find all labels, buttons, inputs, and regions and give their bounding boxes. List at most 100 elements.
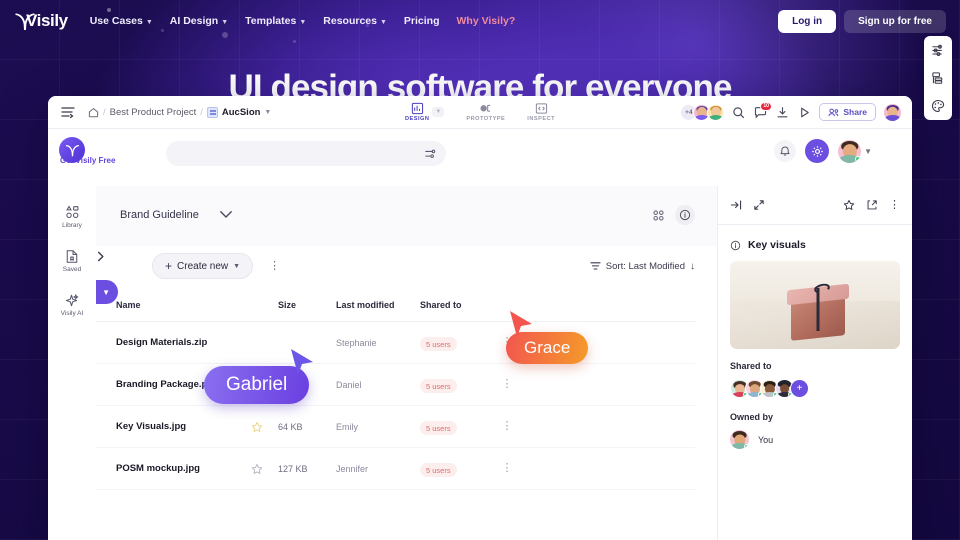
column-header-modified: Last modified [336, 299, 395, 310]
login-button[interactable]: Log in [778, 9, 837, 33]
rail-item-visily-ai[interactable]: Visily AI [60, 293, 84, 317]
share-icon[interactable] [866, 199, 878, 211]
chevron-down-icon: ▼ [864, 146, 872, 156]
chevron-down-icon: ▼ [379, 18, 387, 26]
canvas-tools-toolbar [924, 36, 952, 120]
star-icon[interactable] [843, 199, 855, 211]
online-status-dot [773, 392, 778, 397]
search-icon[interactable] [731, 105, 746, 120]
rail-item-label: Visily AI [60, 310, 84, 317]
palette-icon[interactable] [931, 99, 945, 113]
detail-pane-header: ⋮ [718, 186, 912, 225]
menu-icon[interactable] [58, 102, 78, 122]
home-icon[interactable] [88, 107, 99, 118]
nav-label: Use Cases [89, 15, 143, 27]
table-row[interactable]: Design Materials.zip Stephanie 5 users ⋮ [56, 322, 695, 364]
user-menu[interactable]: ▼ [838, 139, 872, 163]
chevron-down-icon[interactable]: ▼ [264, 109, 271, 116]
collapse-icon[interactable] [730, 199, 743, 211]
avatar [730, 430, 749, 449]
sliders-icon[interactable] [931, 43, 945, 57]
tab-inspect-label: INSPECT [527, 116, 556, 122]
app-window: / Best Product Project / AucSion ▼ DESIG… [48, 96, 912, 540]
prototype-icon [479, 102, 493, 115]
tab-inspect[interactable]: INSPECT [527, 102, 555, 122]
folder-header-actions [652, 205, 717, 225]
layers-icon[interactable] [931, 71, 945, 85]
tab-design[interactable]: DESIGN [405, 102, 429, 122]
get-visily-free-label[interactable]: Get Visily Free [60, 156, 115, 165]
nav-item-use-cases[interactable]: Use Cases ▼ [90, 15, 153, 27]
owned-by-section: Owned by You [718, 398, 912, 449]
grid-view-icon[interactable] [652, 209, 665, 222]
saved-icon [65, 249, 79, 264]
shared-avatar-group[interactable]: + [730, 379, 900, 398]
share-button[interactable]: Share [819, 103, 876, 121]
breadcrumb-separator: / [200, 106, 203, 118]
online-status-dot [744, 444, 749, 449]
file-size: 64 KB [278, 421, 303, 432]
nav-item-ai-design[interactable]: AI Design ▼ [170, 15, 228, 27]
nav-item-pricing[interactable]: Pricing [404, 15, 440, 27]
sliders-icon[interactable] [424, 148, 436, 160]
shared-cell: 5 users [420, 460, 492, 478]
table-row[interactable]: Branding Package.pdf 3.7 MB Daniel 5 use… [56, 364, 695, 406]
expand-icon[interactable] [753, 199, 765, 211]
file-preview-image[interactable] [730, 261, 900, 349]
table-row[interactable]: POSM mockup.jpg 127 KB Jennifer 5 users … [56, 448, 695, 490]
file-modified-by: Jennifer [336, 463, 369, 474]
visily-logo[interactable]: Visily [14, 11, 68, 31]
collaborator-avatars[interactable]: +4 [681, 103, 725, 121]
table-header-row: Name Size Last modified Shared to [56, 288, 695, 322]
folder-header: Brand Guideline [48, 186, 717, 244]
rail-item-saved[interactable]: Saved [63, 249, 81, 273]
more-options-icon[interactable]: ⋮ [269, 260, 280, 272]
app-content: Brand Guideline + Create new ▼ ⋮ Sort: L… [48, 186, 912, 540]
chevron-down-icon: ▼ [299, 18, 307, 26]
create-new-button[interactable]: + Create new ▼ [152, 253, 254, 279]
avatar [838, 139, 862, 163]
tab-prototype-label: PROTOTYPE [466, 116, 506, 122]
plus-icon: + [165, 259, 173, 273]
nav-item-resources[interactable]: Resources ▼ [323, 15, 387, 27]
signup-button[interactable]: Sign up for free [844, 9, 946, 33]
people-icon [828, 108, 839, 117]
info-icon [730, 240, 741, 251]
rail-item-label: Library [62, 222, 82, 229]
preview-ribbon [816, 288, 820, 331]
sort-label: Sort: Last Modified [605, 260, 685, 272]
left-rail: Library Saved Visily AI [48, 129, 96, 540]
rail-collapse-toggle[interactable] [92, 248, 109, 265]
share-label: Share [843, 107, 867, 117]
breadcrumb-project[interactable]: Best Product Project [110, 107, 197, 118]
shared-to-label: Shared to [730, 361, 772, 371]
info-button[interactable] [675, 205, 695, 225]
nav-item-templates[interactable]: Templates ▼ [245, 15, 306, 27]
nav-item-why-visily[interactable]: Why Visily? [457, 15, 516, 27]
tab-prototype[interactable]: PROTOTYPE [466, 102, 505, 122]
table-row[interactable]: Key Visuals.jpg 64 KB Emily 5 users ⋮ [56, 406, 695, 448]
chevron-down-icon[interactable]: ▼ [432, 107, 445, 117]
star-icon[interactable] [251, 463, 263, 475]
rail-item-library[interactable]: Library [62, 205, 82, 229]
star-icon[interactable] [251, 421, 263, 433]
profile-avatar[interactable] [883, 102, 902, 122]
add-person-button[interactable]: + [790, 379, 809, 398]
notifications-button[interactable] [774, 140, 797, 162]
settings-button[interactable] [805, 139, 830, 163]
library-icon [65, 205, 80, 220]
breadcrumb-file[interactable]: AucSion [222, 107, 261, 118]
comment-icon[interactable]: 10 [753, 101, 773, 120]
create-new-label: Create new [177, 260, 229, 272]
comment-badge: 10 [759, 101, 773, 111]
chevron-down-icon[interactable] [219, 206, 233, 224]
search-input[interactable] [166, 141, 446, 166]
cursor-pointer-icon [289, 348, 315, 383]
play-icon[interactable] [797, 105, 812, 120]
row-menu-icon[interactable]: ⋮ [502, 463, 513, 474]
sort-control[interactable]: Sort: Last Modified ↓ [590, 261, 717, 272]
row-menu-icon[interactable]: ⋮ [502, 379, 513, 390]
more-options-icon[interactable]: ⋮ [889, 199, 900, 211]
download-icon[interactable] [775, 105, 790, 120]
row-menu-icon[interactable]: ⋮ [502, 421, 513, 432]
